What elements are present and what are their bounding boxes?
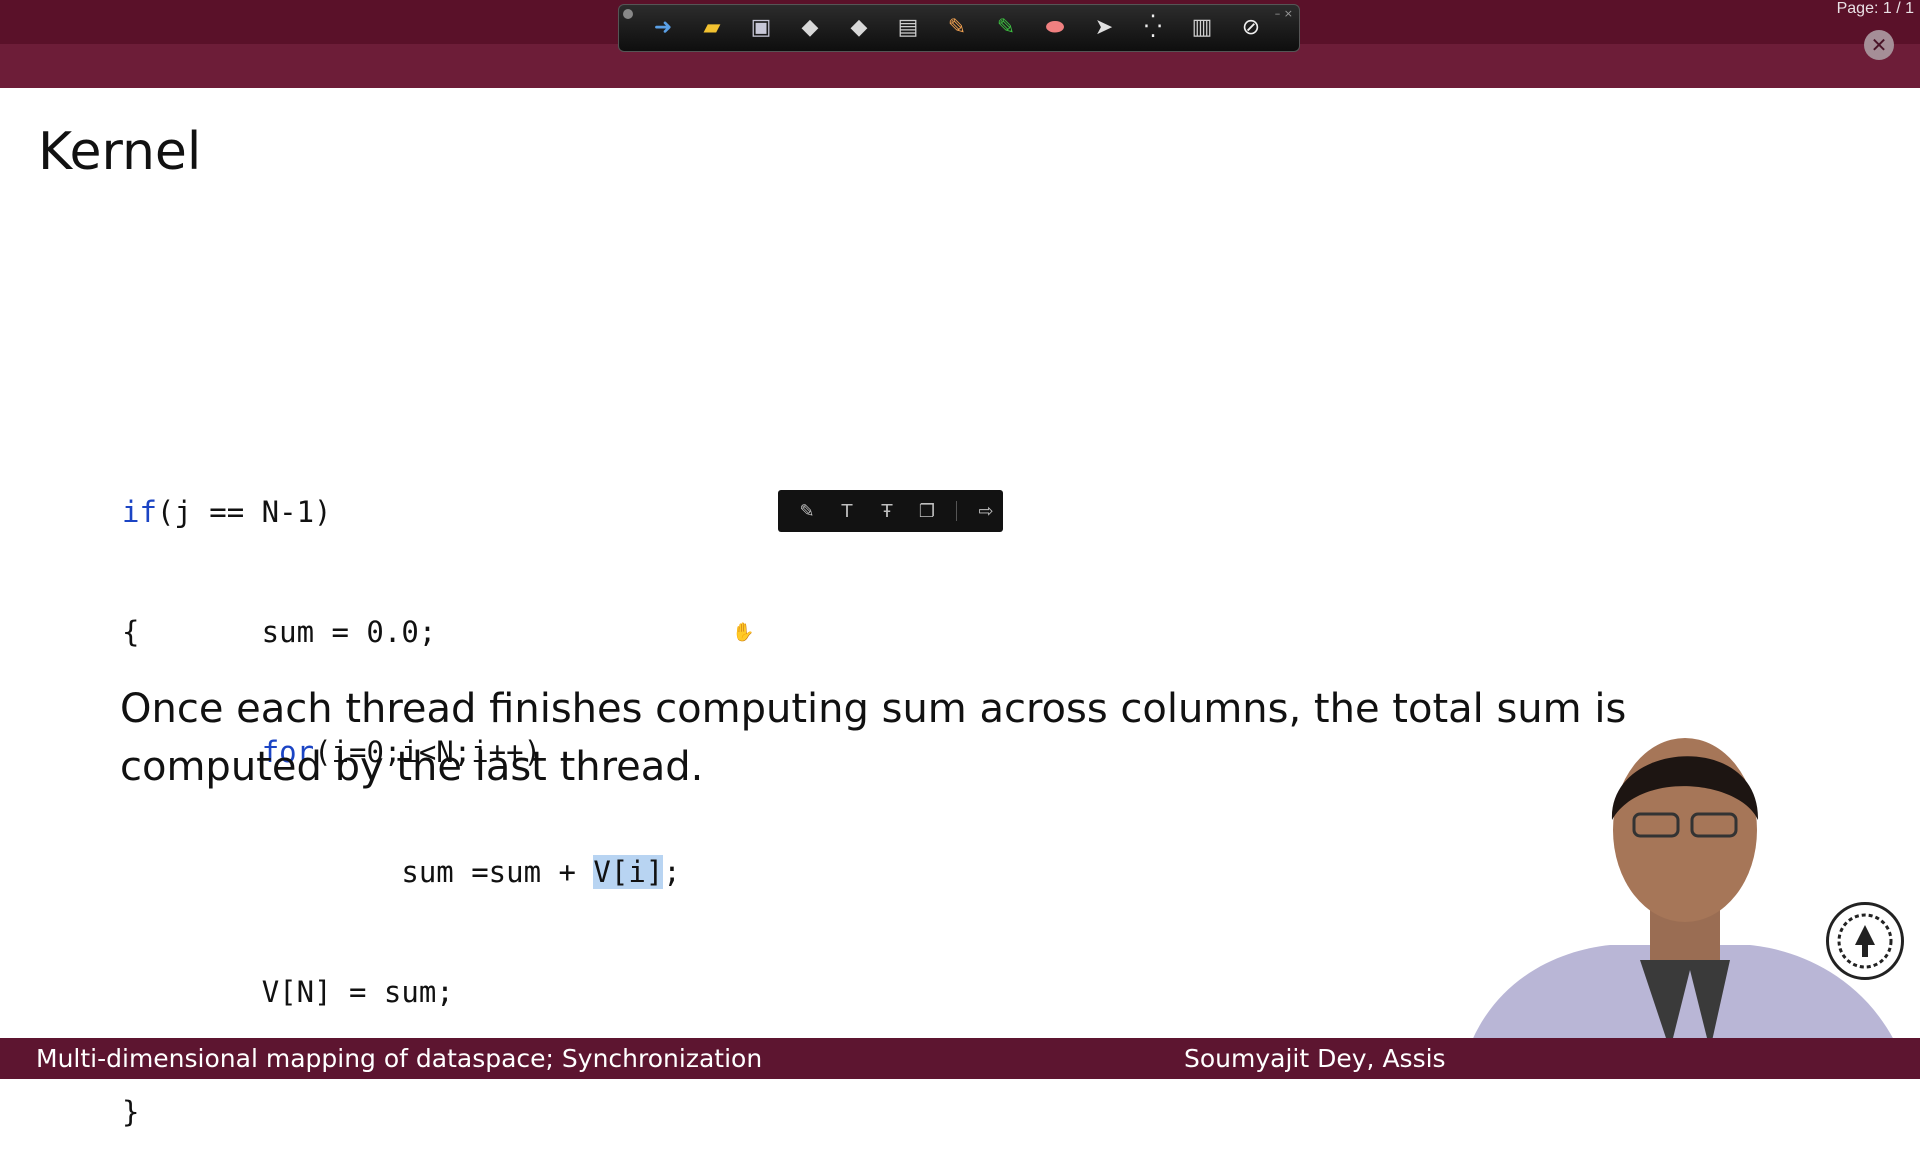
copy-icon[interactable]: ❐ [916, 501, 938, 522]
presenter-video [1460, 738, 1910, 1079]
star-open-icon[interactable]: ➜ [647, 12, 679, 44]
text-icon[interactable]: T [836, 501, 858, 522]
pointer-arrow-icon[interactable]: ➤ [1088, 12, 1120, 44]
slide-title: Kernel [38, 122, 202, 182]
selected-text[interactable]: V[i] [593, 855, 664, 889]
code-text: V[N] = sum; [261, 975, 454, 1009]
code-text: { sum = 0.0; [122, 615, 437, 649]
popup-divider [956, 501, 957, 521]
page-indicator: Page: 1 / 1 [1836, 0, 1914, 17]
code-keyword: if [122, 495, 157, 529]
screen-icon[interactable]: ▥ [1186, 12, 1218, 44]
code-line: } [122, 1092, 681, 1132]
toolbar-grip-icon[interactable] [623, 9, 633, 19]
footer-course-title: Multi-dimensional mapping of dataspace; … [36, 1044, 763, 1073]
disable-icon[interactable]: ⊘ [1235, 12, 1267, 44]
code-line: V[N] = sum; [122, 972, 681, 1012]
code-line: if(j == N-1) [122, 492, 681, 532]
hand-cursor-icon: ✋ [732, 622, 755, 643]
pencil-icon[interactable]: ✎ [941, 12, 973, 44]
arrow-left-page-icon[interactable]: ◆ [843, 12, 875, 44]
close-button[interactable]: ✕ [1864, 30, 1894, 60]
toolbar-window-controls[interactable]: – × [1275, 7, 1293, 20]
code-text: ; [663, 855, 681, 889]
selection-popup-toolbar: ✎ T Ŧ ❐ ⇨ [778, 490, 1003, 532]
institute-logo-icon [1826, 902, 1904, 980]
laser-dots-icon[interactable]: ⁛ [1137, 12, 1169, 44]
logo-emblem [1837, 913, 1893, 969]
code-line: sum =sum + V[i]; [122, 852, 681, 892]
footer-author: Soumyajit Dey, Assis [1184, 1044, 1446, 1073]
highlighter-icon[interactable]: ✎ [990, 12, 1022, 44]
save-disk-icon[interactable]: ▣ [745, 12, 777, 44]
annotation-toolbar: – × ➜ ▰ ▣ ◆ ◆ ▤ ✎ ✎ ⬬ ➤ ⁛ ▥ ⊘ [618, 4, 1300, 52]
eraser-icon[interactable]: ⬬ [1039, 12, 1071, 44]
footer-bar: Multi-dimensional mapping of dataspace; … [0, 1038, 1920, 1079]
header-bar: Page: 1 / 1 ✕ – × ➜ ▰ ▣ ◆ ◆ ▤ ✎ ✎ ⬬ ➤ ⁛ … [0, 0, 1920, 88]
pen-annotate-icon[interactable]: ✎ [796, 501, 818, 522]
strikethrough-icon[interactable]: Ŧ [876, 501, 898, 522]
code-line: { sum = 0.0; [122, 612, 681, 652]
printer-icon[interactable]: ▤ [892, 12, 924, 44]
code-text: (j == N-1) [156, 495, 332, 529]
share-icon[interactable]: ⇨ [975, 501, 997, 522]
arrow-right-page-icon[interactable]: ◆ [794, 12, 826, 44]
code-text: sum =sum + [401, 855, 594, 889]
code-text: } [122, 1095, 140, 1129]
folder-icon[interactable]: ▰ [696, 12, 728, 44]
